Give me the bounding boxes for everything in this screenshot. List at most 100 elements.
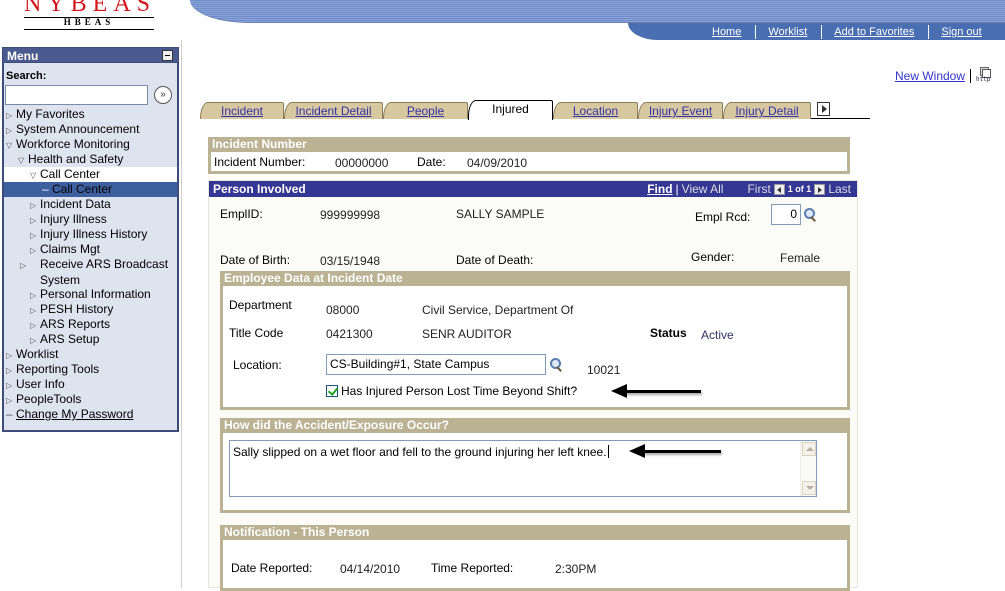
lost-time-checkbox[interactable] xyxy=(326,385,338,397)
expand-icon: ▷ xyxy=(30,321,37,330)
department-code: 08000 xyxy=(326,303,360,317)
expand-icon: ▷ xyxy=(6,381,13,390)
menu-item-label: Injury Illness History xyxy=(40,227,148,241)
scroll-up-icon[interactable] xyxy=(802,442,816,456)
menu-item[interactable]: ▷ PESH History xyxy=(4,302,177,317)
incident-number-section: Incident Number Incident Number: 0000000… xyxy=(208,137,850,174)
next-tab-icon[interactable] xyxy=(817,102,830,116)
menu-item-label: ARS Setup xyxy=(40,332,100,346)
frame-divider[interactable] xyxy=(181,40,182,588)
accident-section: How did the Accident/Exposure Occur? Sal… xyxy=(220,418,850,513)
menu-item-label: System Announcement xyxy=(16,122,140,136)
section-title: Notification - This Person xyxy=(220,525,850,540)
title-code-label: Title Code xyxy=(229,326,284,340)
first-link[interactable]: First xyxy=(747,181,770,197)
collapse-icon: ▽ xyxy=(18,156,25,165)
empl-rcd-input[interactable]: 0 xyxy=(771,204,801,225)
nav-add-favorites-link[interactable]: Add to Favorites xyxy=(822,25,914,39)
logo-subtitle: HBEAS xyxy=(63,17,115,27)
collapse-icon: ▽ xyxy=(6,141,13,150)
date-of-death-label: Date of Death: xyxy=(456,253,534,267)
menu-item-label: Incident Data xyxy=(40,197,111,211)
separator: | xyxy=(675,182,679,196)
accident-description-text: Sally slipped on a wet floor and fell to… xyxy=(233,445,607,459)
search-go-button[interactable]: » xyxy=(154,86,172,104)
new-window-link[interactable]: New Window xyxy=(895,69,965,83)
expand-icon: ▷ xyxy=(30,216,37,225)
menu-item[interactable]: ▷ User Info xyxy=(4,377,177,392)
tab-injury-detail[interactable]: Injury Detail xyxy=(723,102,811,119)
menu-item[interactable]: ▷ ARS Reports xyxy=(4,317,177,332)
tab-people[interactable]: People xyxy=(383,102,468,119)
expand-icon: ▷ xyxy=(30,306,37,315)
tab-injury-event[interactable]: Injury Event xyxy=(638,102,723,119)
menu-item[interactable]: ▷ Personal Information xyxy=(4,287,177,302)
view-all-link[interactable]: View All xyxy=(682,181,724,197)
menu-item[interactable]: ▷ ARS Setup xyxy=(4,332,177,347)
section-title: Employee Data at Incident Date xyxy=(220,271,850,286)
menu-search-input[interactable] xyxy=(5,85,148,105)
nav-worklist-link[interactable]: Worklist xyxy=(756,25,807,39)
collapse-menu-icon[interactable] xyxy=(162,50,173,61)
menu-item[interactable]: ▷ Claims Mgt xyxy=(4,242,177,257)
accident-description-textarea[interactable]: Sally slipped on a wet floor and fell to… xyxy=(229,440,817,497)
location-input[interactable]: CS-Building#1, State Campus xyxy=(326,354,546,375)
department-name: Civil Service, Department Of xyxy=(422,303,574,317)
scroll-down-icon[interactable] xyxy=(802,481,816,495)
menu-item[interactable]: ▽ Health and Safety xyxy=(4,152,177,167)
page-tabs: Incident Incident Detail People Injured … xyxy=(200,100,870,120)
menu-item-label: Claims Mgt xyxy=(40,242,101,256)
menu-item[interactable]: – Change My Password xyxy=(4,407,177,422)
menu-item[interactable]: ▷ System Announcement xyxy=(4,122,177,137)
department-label: Department xyxy=(229,298,292,312)
text-cursor xyxy=(607,445,609,458)
find-link[interactable]: Find xyxy=(647,181,672,197)
time-reported-value: 2:30PM xyxy=(555,562,597,576)
menu-item[interactable]: – Call Center xyxy=(4,182,177,197)
menu-item-label: Receive ARS Broadcast System xyxy=(40,257,169,287)
new-window-bar: New Window http xyxy=(895,67,992,84)
http-icon[interactable]: http xyxy=(976,67,992,84)
menu-title: Menu xyxy=(7,49,39,63)
menu-item-label: Worklist xyxy=(16,347,59,361)
tab-incident-detail[interactable]: Incident Detail xyxy=(284,102,383,119)
header-nav: Home Worklist Add to Favorites Sign out xyxy=(628,23,1005,40)
lost-time-label: Has Injured Person Lost Time Beyond Shif… xyxy=(341,384,578,398)
next-icon[interactable] xyxy=(814,183,826,195)
menu-item[interactable]: ▽ Workforce Monitoring xyxy=(4,137,177,152)
tab-injured[interactable]: Injured xyxy=(468,100,553,120)
menu-item[interactable]: ▷ Reporting Tools xyxy=(4,362,177,377)
expand-icon: ▷ xyxy=(6,351,13,360)
textarea-scrollbar[interactable] xyxy=(800,441,816,496)
expand-icon: ▷ xyxy=(30,246,37,255)
location-lookup-icon[interactable] xyxy=(549,357,563,371)
menu-item-label: PESH History xyxy=(40,302,114,316)
date-of-birth-label: Date of Birth: xyxy=(220,253,291,267)
menu-item[interactable]: ▷ Worklist xyxy=(4,347,177,362)
leaf-dash-icon: – xyxy=(6,407,13,421)
previous-icon[interactable] xyxy=(773,183,785,195)
menu-item[interactable]: ▷ Incident Data xyxy=(4,197,177,212)
menu-item[interactable]: ▷ My Favorites xyxy=(4,107,177,122)
incident-number-value: 00000000 xyxy=(335,156,389,170)
tab-incident[interactable]: Incident xyxy=(200,102,284,119)
menu-item-label: User Info xyxy=(16,377,65,391)
menu-item[interactable]: ▷ Receive ARS Broadcast System xyxy=(4,257,177,287)
menu-item-label: Workforce Monitoring xyxy=(16,137,130,151)
annotation-arrow xyxy=(629,444,721,458)
last-link[interactable]: Last xyxy=(828,181,851,197)
menu-item[interactable]: ▷ PeopleTools xyxy=(4,392,177,407)
menu-item[interactable]: ▽ Call Center xyxy=(4,167,177,182)
menu-item[interactable]: ▷ Injury Illness xyxy=(4,212,177,227)
expand-icon: ▷ xyxy=(6,111,13,120)
lookup-icon[interactable] xyxy=(803,207,817,221)
gender-value: Female xyxy=(780,251,821,265)
nav-sign-out-link[interactable]: Sign out xyxy=(929,25,981,39)
tab-location[interactable]: Location xyxy=(553,102,638,119)
menu-item-label: Personal Information xyxy=(40,287,151,301)
nav-home-link[interactable]: Home xyxy=(628,25,741,39)
location-label: Location: xyxy=(233,358,282,372)
menu-item-label: Reporting Tools xyxy=(16,362,100,376)
expand-icon: ▷ xyxy=(30,336,37,345)
menu-item[interactable]: ▷ Injury Illness History xyxy=(4,227,177,242)
